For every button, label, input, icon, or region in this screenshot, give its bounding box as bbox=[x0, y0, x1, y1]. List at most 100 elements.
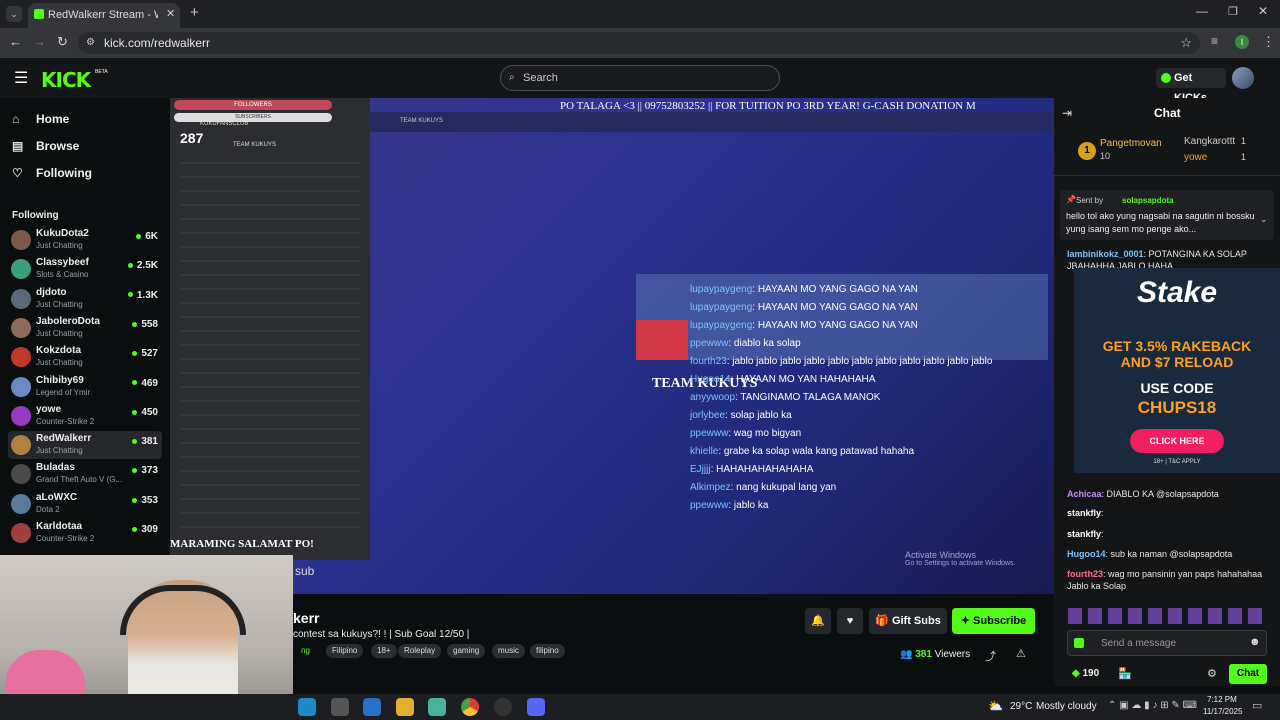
collapse-chat-icon[interactable]: ⇥ bbox=[1062, 106, 1072, 120]
notification-icon[interactable]: ▭ bbox=[1252, 699, 1262, 712]
chat-username[interactable]: stankfly bbox=[1067, 508, 1101, 518]
chat-message[interactable]: Achicaa: DIABLO KA @solapsapdota bbox=[1067, 488, 1272, 500]
video-player[interactable]: FOLLOWERS SUBSCRIBERS 287 KUKUFANSCLUB T… bbox=[170, 98, 1054, 594]
discord-icon[interactable] bbox=[527, 698, 545, 716]
url-field[interactable]: ⚙ kick.com/redwalkerr ☆ bbox=[78, 32, 1200, 54]
sidebar-channel[interactable]: djdoto Just Chatting 1.3K bbox=[8, 285, 162, 313]
browser-tab[interactable]: RedWalkerr Stream - Watch Liv ✕ bbox=[28, 3, 180, 28]
stream-tag[interactable]: 18+ bbox=[371, 644, 397, 658]
kick-logo[interactable]: KICK bbox=[41, 68, 91, 92]
edge-icon[interactable] bbox=[298, 698, 316, 716]
follow-heart-button[interactable]: ♥ bbox=[837, 608, 863, 634]
bookmark-star-icon[interactable]: ☆ bbox=[1180, 32, 1192, 54]
channel-name: Karldotaa bbox=[36, 521, 83, 532]
sidebar-channel[interactable]: aLoWXC Dota 2 353 bbox=[8, 490, 162, 518]
chat-username[interactable]: lambinikokz_0001 bbox=[1067, 249, 1144, 259]
sidebar-channel[interactable]: RedWalkerr Just Chatting 381 bbox=[8, 431, 162, 460]
gifter-2-name: Kangkarottt bbox=[1184, 136, 1236, 147]
sidebar-channel[interactable]: Buladas Grand Theft Auto V (G... 373 bbox=[8, 460, 162, 488]
channel-viewers: 353 bbox=[132, 495, 158, 506]
chat-settings-icon[interactable]: ⚙ bbox=[1207, 667, 1217, 680]
chat-message[interactable]: fourth23: wag mo pansinin yan paps hahah… bbox=[1067, 568, 1272, 592]
minimize-icon[interactable]: — bbox=[1196, 4, 1208, 18]
overlay-chat-line: khielle: grabe ka solap wala kang patawa… bbox=[690, 446, 914, 457]
channel-avatar bbox=[11, 435, 31, 456]
stream-tag[interactable]: Roleplay bbox=[398, 644, 442, 658]
search-input[interactable]: ⌕ Search bbox=[500, 65, 780, 91]
subscribe-button[interactable]: ✦ Subscribe bbox=[952, 608, 1035, 634]
chat-message[interactable]: stankfly: bbox=[1067, 507, 1272, 519]
app-icon[interactable] bbox=[428, 698, 446, 716]
star-icon: ✦ bbox=[960, 615, 974, 627]
share-icon[interactable]: ⤴ bbox=[985, 648, 996, 664]
stream-tag[interactable]: Filipino bbox=[326, 644, 364, 658]
clock-time[interactable]: 7:12 PM bbox=[1207, 695, 1237, 704]
sidebar-channel[interactable]: yowe Counter-Strike 2 450 bbox=[8, 402, 162, 430]
pinned-message[interactable]: 📌 Sent by solapsapdota hello tol ako yun… bbox=[1060, 190, 1274, 240]
chrome-icon[interactable] bbox=[461, 698, 479, 716]
user-avatar[interactable] bbox=[1232, 67, 1254, 89]
outlook-icon[interactable] bbox=[363, 698, 381, 716]
report-icon[interactable]: ⚠ bbox=[1016, 647, 1026, 660]
hamburger-menu-icon[interactable]: ☰ bbox=[14, 68, 28, 88]
kicks-balance[interactable]: ◆ 190 bbox=[1072, 668, 1099, 679]
weather-icon: ⛅ bbox=[988, 699, 1003, 713]
forward-icon[interactable]: → bbox=[33, 34, 46, 49]
chat-message[interactable]: stankfly: bbox=[1067, 528, 1272, 540]
tab-search-icon[interactable]: ⌄ bbox=[6, 6, 22, 22]
overlay-chat-user: Alkimpez bbox=[690, 482, 731, 493]
notification-bell-button[interactable]: 🔔 bbox=[805, 608, 831, 634]
restore-icon[interactable]: ❐ bbox=[1228, 5, 1238, 18]
stream-tag[interactable]: gaming bbox=[447, 644, 486, 658]
gift-subs-button[interactable]: 🎁 Gift Subs bbox=[869, 608, 947, 634]
top-gifters: 1 Pangetmovan 10 Kangkarottt 1 yowe 1 bbox=[1054, 128, 1280, 176]
chat-username[interactable]: stankfly bbox=[1067, 529, 1101, 539]
sidebar-channel[interactable]: KukuDota2 Just Chatting 6K bbox=[8, 226, 162, 254]
sidebar-channel[interactable]: Classybeef Slots & Casino 2.5K bbox=[8, 255, 162, 283]
back-icon[interactable]: ← bbox=[9, 34, 22, 49]
reload-icon[interactable]: ↻ bbox=[57, 34, 68, 50]
stake-ad[interactable]: Stake GET 3.5% RAKEBACK AND $7 RELOAD US… bbox=[1074, 268, 1280, 473]
channel-name: Classybeef bbox=[36, 257, 89, 269]
obs-icon[interactable] bbox=[494, 698, 512, 716]
sidebar-channel[interactable]: Kokzdota Just Chatting 527 bbox=[8, 343, 162, 371]
get-kicks-button[interactable]: Get KICKs bbox=[1156, 68, 1226, 104]
emoji-icon[interactable]: ☻ bbox=[1249, 636, 1261, 648]
new-tab-icon[interactable]: + bbox=[190, 4, 199, 21]
overlay-chat-text: : nang kukupal lang yan bbox=[730, 482, 837, 493]
chat-username[interactable]: Hugoo14 bbox=[1067, 549, 1106, 559]
stream-tag[interactable]: music bbox=[492, 644, 525, 658]
sidebar-channel[interactable]: JaboleroDota Just Chatting 558 bbox=[8, 314, 162, 342]
channel-viewers: 558 bbox=[132, 319, 158, 330]
nav-browse[interactable]: ▤ Browse bbox=[12, 139, 79, 153]
gift-icon: 🎁 bbox=[875, 615, 892, 627]
window-close-icon[interactable]: ✕ bbox=[1258, 4, 1268, 18]
chat-input[interactable]: Send a message ☻ bbox=[1067, 630, 1267, 656]
store-app-icon[interactable] bbox=[331, 698, 349, 716]
profile-avatar[interactable]: I bbox=[1235, 35, 1249, 49]
media-control-icon[interactable]: ≡ bbox=[1211, 34, 1218, 48]
stream-tag[interactable]: ng bbox=[301, 644, 310, 658]
close-tab-icon[interactable]: ✕ bbox=[166, 7, 175, 20]
sidebar-channel[interactable]: Karldotaa Counter-Strike 2 309 bbox=[8, 519, 162, 547]
ad-cta-button[interactable]: CLICK HERE bbox=[1130, 429, 1224, 453]
channel-category: Counter-Strike 2 bbox=[36, 416, 95, 426]
chat-username[interactable]: fourth23 bbox=[1067, 569, 1103, 579]
site-info-icon[interactable]: ⚙ bbox=[86, 32, 95, 54]
chat-username[interactable]: Achicaa bbox=[1067, 489, 1102, 499]
nav-following[interactable]: ♡ Following bbox=[12, 166, 92, 180]
browser-menu-icon[interactable]: ⋮ bbox=[1262, 34, 1275, 50]
stream-tag[interactable]: filipino bbox=[530, 644, 565, 658]
clock-date[interactable]: 11/17/2025 bbox=[1203, 707, 1242, 716]
streamer-name[interactable]: kerr bbox=[293, 610, 319, 626]
tray-icons[interactable]: ⌃ ▣ ☁ ▮ ♪ ⊞ ✎ ⌨ bbox=[1108, 700, 1197, 711]
store-icon[interactable]: 🏪 bbox=[1118, 667, 1132, 680]
weather-text: Mostly cloudy bbox=[1036, 701, 1097, 712]
chat-message[interactable]: Hugoo14: sub ka naman @solapsapdota bbox=[1067, 548, 1272, 560]
overlay-chat-line: lupaypaygeng: HAYAAN MO YANG GAGO NA YAN bbox=[690, 320, 918, 331]
explorer-icon[interactable] bbox=[396, 698, 414, 716]
chat-send-button[interactable]: Chat bbox=[1229, 664, 1267, 684]
nav-home[interactable]: ⌂ Home bbox=[12, 112, 69, 126]
sidebar-channel[interactable]: Chibiby69 Legend of Ymir 469 bbox=[8, 373, 162, 401]
pinned-expand-icon[interactable]: ⌄ bbox=[1260, 214, 1268, 225]
